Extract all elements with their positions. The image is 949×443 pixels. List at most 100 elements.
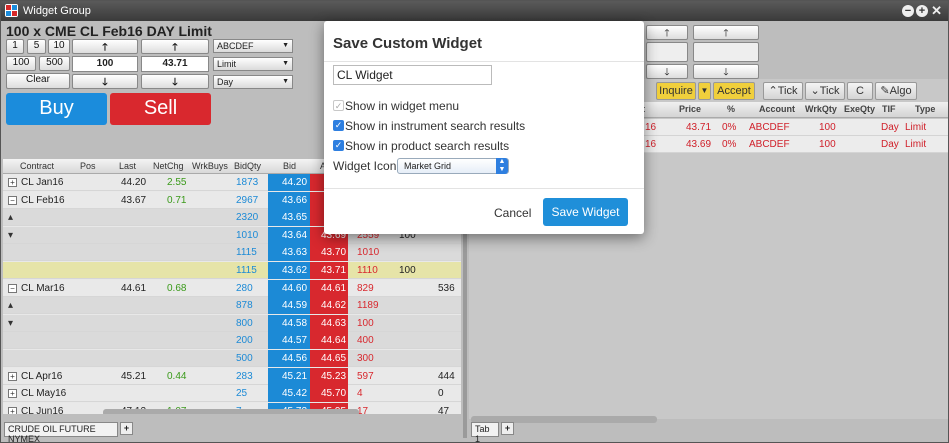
buy-button[interactable]: Buy [6,93,107,125]
quantity-field[interactable]: 100 [72,56,138,72]
col-header[interactable]: NetChg [153,161,184,171]
col-header[interactable]: Account [759,104,795,114]
col-header[interactable]: % [727,104,735,114]
table-row[interactable]: ▾ 800 44.58 44.63 100 [3,314,461,332]
refresh-button[interactable]: C [847,82,873,100]
col-header[interactable]: Price [679,104,701,114]
show-in-instrument-search-checkbox[interactable]: ✓ [333,120,344,131]
col-header[interactable]: BidQty [234,161,261,171]
bid-cell[interactable]: 44.60 [282,283,307,294]
ask-cell[interactable]: 45.70 [321,388,346,399]
expander-icon[interactable]: + [8,371,17,381]
table-row[interactable]: + CL Apr16 45.21 0.44 283 45.21 45.23 597 444 [3,367,461,385]
accept-button[interactable]: Accept [713,82,755,100]
ask-cell[interactable]: 43.71 [321,265,346,276]
bid-cell[interactable]: 44.58 [282,318,307,329]
horizontal-scrollbar[interactable] [103,409,359,414]
col-header[interactable]: Pos [80,161,96,171]
bid-cell[interactable]: 43.62 [282,265,307,276]
qty-preset-500-button[interactable]: 500 [39,56,70,71]
tab-1[interactable]: Tab 1 [471,422,499,442]
close-icon[interactable]: ✕ [931,3,942,19]
right-down-arrow-1[interactable]: 🡓 [646,64,688,79]
expander-icon[interactable]: ▾ [8,230,13,241]
right-up-arrow-2[interactable]: 🡑 [693,25,759,40]
ask-cell[interactable]: 44.61 [321,283,346,294]
right-field-2[interactable] [693,42,759,62]
bid-cell[interactable]: 43.66 [282,195,307,206]
col-header[interactable]: Last [119,161,136,171]
expander-icon[interactable]: ▴ [8,300,13,311]
tif-select[interactable]: Day ▼ [213,75,293,89]
table-row[interactable]: 1115 43.63 43.70 1010 [3,244,461,262]
add-tab-button[interactable]: + [120,422,133,435]
sell-button[interactable]: Sell [110,93,211,125]
qty-preset-100-button[interactable]: 100 [6,56,36,71]
price-up-arrow-icon[interactable]: 🡑 [141,39,209,54]
col-header[interactable]: WrkQty [805,104,837,114]
price-down-arrow-icon[interactable]: 🡓 [141,74,209,89]
right-down-arrow-2[interactable]: 🡓 [693,64,759,79]
clear-button[interactable]: Clear [6,73,70,89]
inquire-button[interactable]: Inquire [656,82,696,100]
expander-icon[interactable]: ▴ [8,212,13,223]
qty-up-arrow-icon[interactable]: 🡑 [72,39,138,54]
table-row[interactable]: 1115 43.62 43.71 1110 100 [3,262,461,279]
table-row[interactable]: − CL Mar16 44.61 0.68 280 44.60 44.61 829 536 [3,279,461,297]
title-bar[interactable]: Widget Group − + ✕ [1,1,948,21]
account-select[interactable]: ABCDEF ▼ [213,39,293,53]
ask-cell[interactable]: 44.62 [321,300,346,311]
widget-icon-select[interactable]: Market Grid ▲ ▼ [397,158,509,174]
bid-cell[interactable]: 43.63 [282,247,307,258]
col-header[interactable]: TIF [882,104,896,114]
right-field-1[interactable] [646,42,688,62]
col-header[interactable]: Type [915,104,935,114]
qty-down-arrow-icon[interactable]: 🡓 [72,74,138,89]
col-header[interactable]: Contract [20,161,54,171]
bid-cell[interactable]: 44.56 [282,353,307,364]
expander-icon[interactable]: − [8,195,17,205]
table-row[interactable]: ▴ 878 44.59 44.62 1189 [3,297,461,315]
ask-cell[interactable]: 44.63 [321,318,346,329]
bid-cell[interactable]: 45.42 [282,388,307,399]
ask-cell[interactable]: 45.23 [321,371,346,382]
expander-icon[interactable]: + [8,406,17,414]
col-header[interactable]: Bid [283,161,296,171]
right-up-arrow-1[interactable]: 🡑 [646,25,688,40]
bid-cell[interactable]: 43.65 [282,212,307,223]
col-header[interactable]: WrkBuys [192,161,228,171]
tab-crude-oil-future-nymex[interactable]: CRUDE OIL FUTURE NYMEX [4,422,118,442]
minimize-icon[interactable]: − [902,5,914,17]
order-type-select[interactable]: Limit ▼ [213,57,293,71]
table-row[interactable]: + CL May16 25 45.42 45.70 4 0 [3,385,461,403]
price-field[interactable]: 43.71 [141,56,209,72]
ask-cell[interactable]: 43.70 [321,247,346,258]
bid-cell[interactable]: 44.59 [282,300,307,311]
bid-cell[interactable]: 44.57 [282,335,307,346]
tick-down-button[interactable]: ⌄Tick [805,82,845,100]
table-row[interactable]: 500 44.56 44.65 300 [3,350,461,367]
bid-cell[interactable]: 44.20 [282,177,307,188]
qty-preset-1-button[interactable]: 1 [6,39,24,54]
expander-icon[interactable]: + [8,178,17,187]
tick-up-button[interactable]: ⌃Tick [763,82,803,100]
save-widget-button[interactable]: Save Widget [543,198,628,226]
add-tab-button[interactable]: + [501,422,514,435]
expander-icon[interactable]: + [8,389,17,399]
bid-cell[interactable]: 43.64 [282,230,307,241]
expander-icon[interactable]: ▾ [8,318,13,329]
bid-cell[interactable]: 45.21 [282,371,307,382]
widget-name-input[interactable]: CL Widget [333,65,492,85]
qty-preset-5-button[interactable]: 5 [27,39,46,54]
qty-preset-10-button[interactable]: 10 [48,39,70,54]
ask-cell[interactable]: 44.65 [321,353,346,364]
inquire-menu-chevron-icon[interactable]: ▼ [698,82,711,100]
col-header[interactable]: ExeQty [844,104,875,114]
algo-button[interactable]: ✎Algo [875,82,917,100]
show-in-product-search-checkbox[interactable]: ✓ [333,140,344,151]
ask-cell[interactable]: 44.64 [321,335,346,346]
show-in-widget-menu-checkbox[interactable]: ✓ [333,100,344,111]
table-row[interactable]: 200 44.57 44.64 400 [3,332,461,350]
maximize-icon[interactable]: + [916,5,928,17]
expander-icon[interactable]: − [8,283,17,293]
